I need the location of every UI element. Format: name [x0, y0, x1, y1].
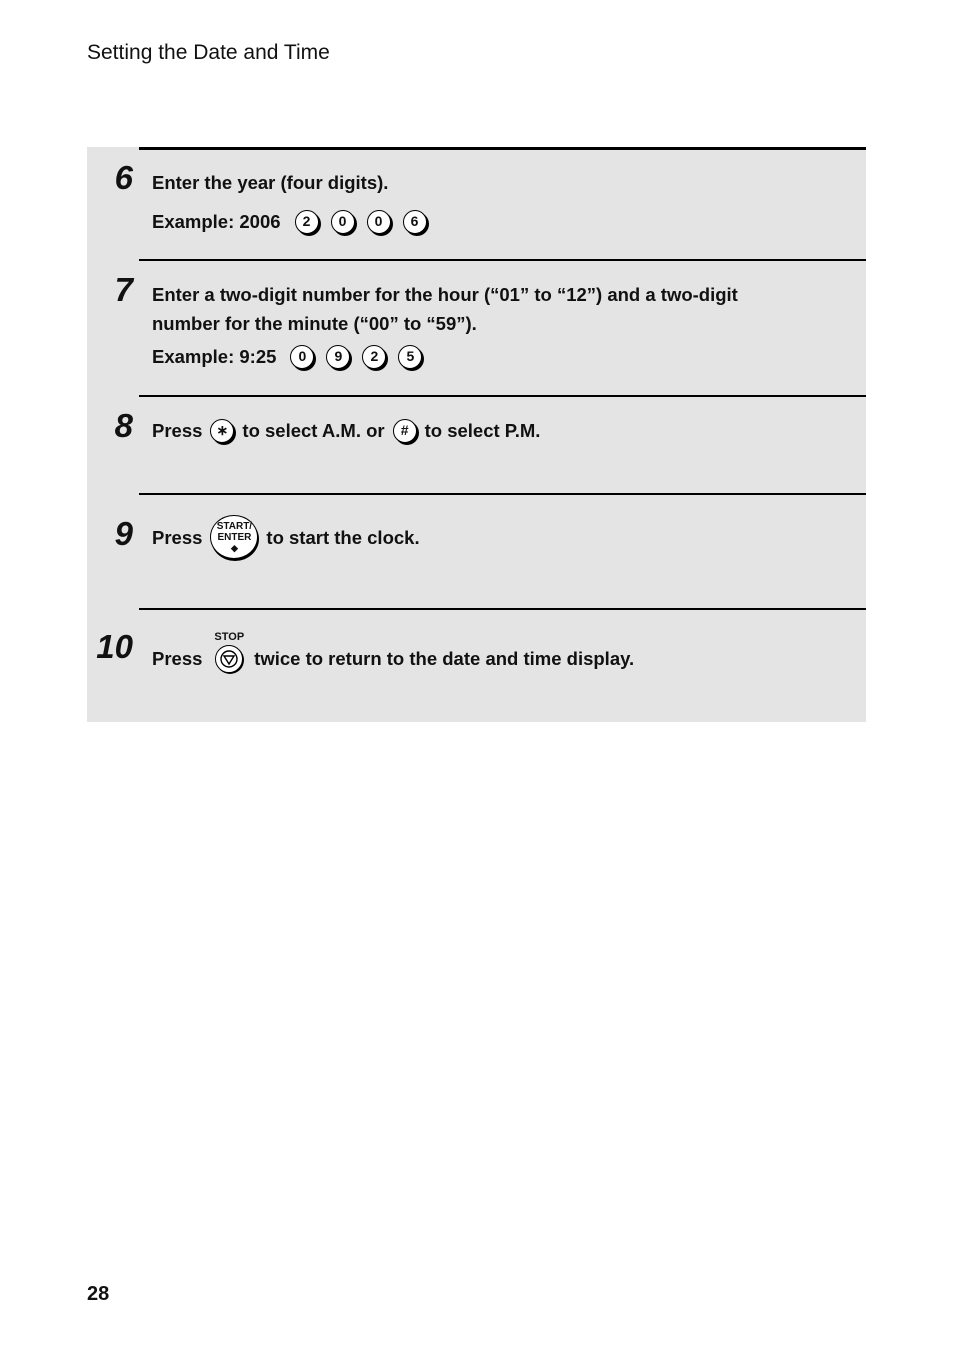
- example-line: Example: 9:25 0 9 2 5: [152, 342, 738, 371]
- am-text: to select A.M. or: [242, 420, 385, 441]
- key-2-button: 2: [294, 209, 319, 234]
- example-label: Example: 9:25: [152, 346, 277, 367]
- example-line: Example: 2006 2 0 0 6: [152, 207, 427, 236]
- key-label-line-2: ENTER: [217, 531, 252, 543]
- divider: [139, 147, 866, 150]
- step-instruction: Enter the year (four digits).: [152, 172, 389, 193]
- step-instruction: Press ∗ to select A.M. or # to select P.…: [152, 416, 540, 445]
- divider: [139, 259, 866, 261]
- step-number: 7: [114, 271, 133, 308]
- stop-label: STOP: [214, 631, 245, 643]
- example-label: Example: 2006: [152, 211, 281, 232]
- press-label: Press: [152, 648, 203, 669]
- step-instruction: Press STOP twice to return to the date a…: [152, 632, 635, 679]
- key-label-line-1: START/: [216, 520, 253, 532]
- step-instruction-line-2: number for the minute (“00” to “59”).: [152, 313, 477, 334]
- star-key-icon: ∗: [210, 418, 235, 443]
- divider: [139, 608, 866, 610]
- step-instruction: Press START/ ENTER ◆ to start the clock.: [152, 515, 420, 559]
- key-6-button: 6: [402, 209, 427, 234]
- steps-panel: 6 Enter the year (four digits). Example:…: [87, 147, 866, 722]
- stop-triangle-icon: [215, 645, 244, 673]
- key-0-button: 0: [290, 344, 315, 369]
- step-number: 6: [114, 159, 133, 196]
- key-0-button: 0: [366, 209, 391, 234]
- start-diamond-icon: ◆: [230, 542, 238, 553]
- start-enter-key-icon: START/ ENTER ◆: [210, 515, 259, 559]
- divider: [139, 395, 866, 397]
- stop-key-icon: STOP: [214, 632, 244, 673]
- step-number: 9: [114, 515, 133, 552]
- step-number: 8: [114, 407, 133, 444]
- pm-text: to select P.M.: [424, 420, 541, 441]
- press-label: Press: [152, 526, 203, 548]
- key-0-button: 0: [330, 209, 355, 234]
- step-end-text: twice to return to the date and time dis…: [254, 648, 635, 669]
- divider: [139, 493, 866, 495]
- page-number: 28: [87, 1283, 110, 1305]
- step-end-text: to start the clock.: [266, 526, 420, 548]
- key-2-button: 2: [362, 344, 387, 369]
- press-label: Press: [152, 420, 203, 441]
- step-instruction-line-1: Enter a two-digit number for the hour (“…: [152, 284, 738, 305]
- hash-key-icon: #: [392, 418, 417, 443]
- key-5-button: 5: [398, 344, 423, 369]
- step-number: 10: [96, 628, 133, 665]
- page-header: Setting the Date and Time: [87, 41, 330, 64]
- key-9-button: 9: [326, 344, 351, 369]
